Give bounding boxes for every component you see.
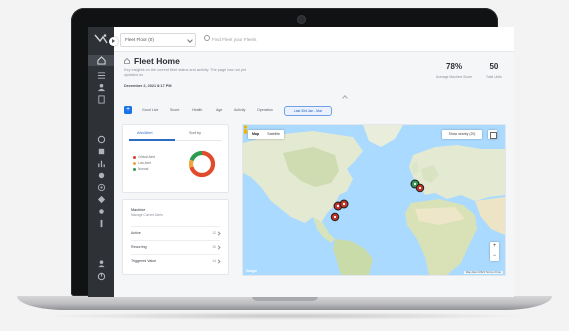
filter-tab[interactable]: Score [170,108,179,112]
map-type-map[interactable]: Map [248,130,263,139]
logo-icon [93,33,109,47]
chevron-down-icon [187,37,193,43]
street-view-icon[interactable] [243,125,248,135]
map-marker[interactable] [415,183,425,193]
home-icon[interactable] [88,55,114,66]
filter-tab[interactable]: Good Live [142,108,158,112]
map-type-toggle: Map Satellite [248,130,284,139]
status-donut-chart [188,150,216,178]
person-icon[interactable] [96,83,106,91]
list-icon[interactable] [96,71,106,79]
stat-machine-score: 78% Average Machine Score [436,62,472,79]
tab-attn-alert[interactable]: Attn/Alert [137,131,153,135]
card-subtitle: Manage Current Alerts [131,213,163,217]
filter-tab[interactable]: Operation [257,108,273,112]
list-item-label: Active [131,231,141,235]
logout-icon[interactable] [96,272,106,280]
chevron-up-icon[interactable] [342,95,348,101]
tab-sort-by[interactable]: Sort by [189,131,201,135]
sidebar [88,27,114,297]
map-marker[interactable] [339,199,349,209]
chevron-right-icon [216,259,221,264]
filter-bar: + Good Live Score Health Age Activity Op… [114,103,514,117]
add-filter-button[interactable]: + [124,106,132,114]
zoom-in-button[interactable]: + [490,242,499,252]
zoom-out-button[interactable]: − [490,252,499,262]
stat-label: Total Units [486,75,502,79]
map-marker[interactable] [330,212,340,222]
legend-item: Normal [133,167,148,171]
top-bar: Fleet Floor (0) [114,27,514,52]
zoom-controls: + − [490,242,499,261]
chart-icon[interactable] [96,159,106,167]
map-type-satellite[interactable]: Satellite [263,130,284,139]
page-title: Fleet Home [134,56,180,66]
list-item[interactable]: Active 12 [131,226,221,239]
legend-item: Critical Alert [133,155,155,159]
legend-dot [133,167,136,171]
status-card: Attn/Alert Sort by Critical Alert Low Al… [122,124,229,193]
calendar-icon[interactable] [96,171,106,179]
alert-icon[interactable] [96,135,106,143]
stat-label: Average Machine Score [436,75,473,79]
stat-total-units: 50 Total Units [486,62,502,79]
sidebar-collapse-toggle[interactable] [109,37,118,46]
map-brand: Google [246,269,257,273]
legend-item: Low Alert [133,161,151,165]
page-header: Fleet Home Key insights on the current f… [114,52,514,101]
app-window: Fleet Floor (0) Fleet Home Key insights … [88,27,514,297]
search-icon [204,35,210,41]
site-select[interactable]: Fleet Floor (0) [120,33,196,47]
stat-value: 50 [489,62,499,71]
active-tab-indicator [129,139,175,141]
search-box[interactable] [204,34,294,44]
fullscreen-icon[interactable] [488,130,497,139]
site-select-value: Fleet Floor (0) [125,37,154,42]
tab-divider [175,139,222,141]
legend-dot [133,155,136,159]
show-nearby-button[interactable]: Show nearby (20) [442,130,482,139]
laptop-frame: Fleet Floor (0) Fleet Home Key insights … [0,0,569,331]
account-icon[interactable] [96,259,106,267]
list-item[interactable]: Recurring 10 [131,240,221,253]
list-item[interactable]: Triggered Value 14 [131,254,221,267]
chevron-right-icon [216,245,221,250]
home-title-icon [124,58,130,64]
chevron-right-icon [216,231,221,236]
map-icon[interactable] [96,183,106,191]
settings-icon[interactable] [96,147,106,155]
help-icon[interactable] [96,207,106,215]
marker-layer [330,179,425,222]
machine-card: Machine Manage Current Alerts Active 12 … [122,199,229,275]
shadow [40,312,530,320]
fleet-map[interactable]: Map Satellite Show nearby (20) + − Googl… [242,124,506,276]
legend-dot [133,161,136,165]
map-attribution: Map data ©2021 Terms of Use [463,271,503,274]
screen: Fleet Floor (0) Fleet Home Key insights … [88,27,514,297]
stat-value: 78% [446,62,463,71]
filter-tab[interactable]: Age [216,108,222,112]
user-icon[interactable] [96,195,106,203]
document-icon[interactable] [96,94,106,104]
card-title: Machine [131,208,146,212]
search-input[interactable] [212,34,292,44]
updated-date: December 2, 2021 8:17 PM [124,84,172,88]
date-range-button[interactable]: Last 30d Jan - Mar [284,106,332,116]
webcam [298,16,305,23]
filter-tab[interactable]: Activity [234,108,245,112]
tag-icon[interactable] [96,219,106,227]
list-item-label: Recurring [131,245,147,249]
list-item-label: Triggered Value [131,259,157,263]
filter-tab[interactable]: Health [192,108,202,112]
page-description: Key insights on the current fleet status… [124,68,246,78]
